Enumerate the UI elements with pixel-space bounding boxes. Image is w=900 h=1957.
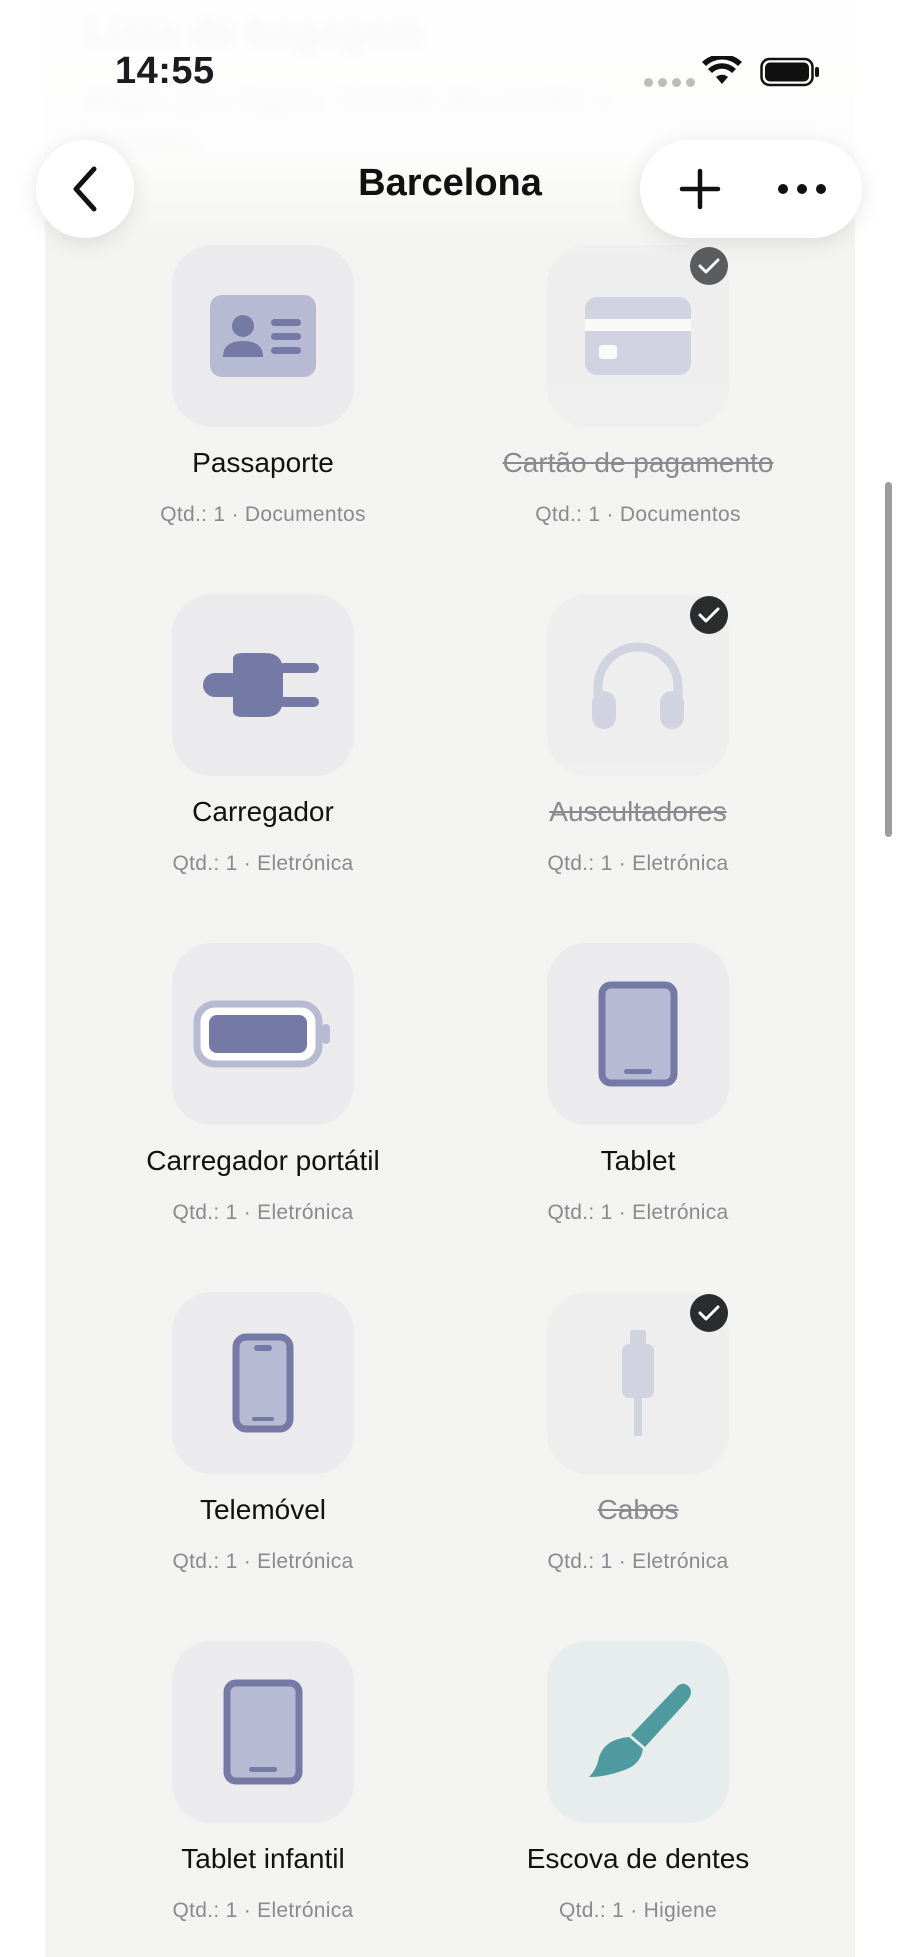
item-name: Tablet infantil [181, 1843, 345, 1874]
scrollbar[interactable] [885, 482, 892, 837]
more-options-button[interactable] [752, 140, 852, 238]
item-tile[interactable] [547, 1641, 729, 1823]
wifi-icon [702, 56, 742, 84]
item-meta: Qtd.: 1 · Eletrónica [172, 852, 354, 875]
plus-icon [679, 168, 721, 210]
tablet-icon [598, 981, 678, 1087]
toothbrush-icon [583, 1677, 693, 1787]
item-name: Telemóvel [199, 1494, 327, 1525]
item-name: Passaporte [192, 447, 334, 478]
headphones-icon [588, 635, 688, 735]
id-card-icon [208, 293, 318, 379]
item-name: Escova de dentes [526, 1843, 750, 1874]
checked-badge-icon[interactable] [690, 247, 728, 285]
list-background [45, 0, 855, 1957]
battery-icon [193, 1000, 333, 1068]
checked-badge-icon[interactable] [690, 596, 728, 634]
chevron-left-icon [73, 166, 97, 212]
cable-icon [618, 1328, 658, 1438]
item-name: Carregador portátil [146, 1145, 380, 1176]
item-meta: Qtd.: 1 · Higiene [558, 1899, 717, 1922]
item-meta: Qtd.: 1 · Eletrónica [547, 1201, 729, 1224]
cellular-signal-icon [644, 78, 695, 87]
item-tile[interactable] [172, 594, 354, 776]
status-time: 14:55 [115, 50, 215, 92]
status-bar: 14:55 [0, 0, 900, 140]
item-meta: Qtd.: 1 · Eletrónica [547, 1550, 729, 1573]
tablet-icon [223, 1679, 303, 1785]
item-name: Auscultadores [549, 796, 727, 827]
page-title: Barcelona [358, 162, 542, 204]
ellipsis-icon [778, 184, 826, 194]
item-name: Carregador [192, 796, 334, 827]
plug-icon [203, 645, 323, 725]
item-tile[interactable] [172, 1292, 354, 1474]
battery-icon [760, 57, 819, 87]
phone-icon [232, 1333, 294, 1433]
item-meta: Qtd.: 1 · Eletrónica [172, 1201, 354, 1224]
item-meta: Qtd.: 1 · Eletrónica [172, 1550, 354, 1573]
item-tile[interactable] [172, 943, 354, 1125]
item-meta: Qtd.: 1 · Eletrónica [547, 852, 729, 875]
item-name: Cartão de pagamento [502, 447, 774, 478]
item-tile[interactable] [172, 1641, 354, 1823]
back-button[interactable] [36, 140, 134, 238]
item-tile[interactable] [172, 245, 354, 427]
nav-actions [640, 140, 862, 238]
item-tile[interactable] [547, 943, 729, 1125]
checked-badge-icon[interactable] [690, 1294, 728, 1332]
screen: Lista de bagagem Artigos para viagens, i… [0, 0, 900, 1957]
item-name: Tablet [600, 1145, 676, 1176]
item-meta: Qtd.: 1 · Documentos [160, 503, 366, 526]
item-meta: Qtd.: 1 · Documentos [535, 503, 741, 526]
credit-card-icon [583, 295, 693, 377]
add-item-button[interactable] [650, 140, 750, 238]
item-name: Cabos [597, 1494, 679, 1525]
item-meta: Qtd.: 1 · Eletrónica [172, 1899, 354, 1922]
